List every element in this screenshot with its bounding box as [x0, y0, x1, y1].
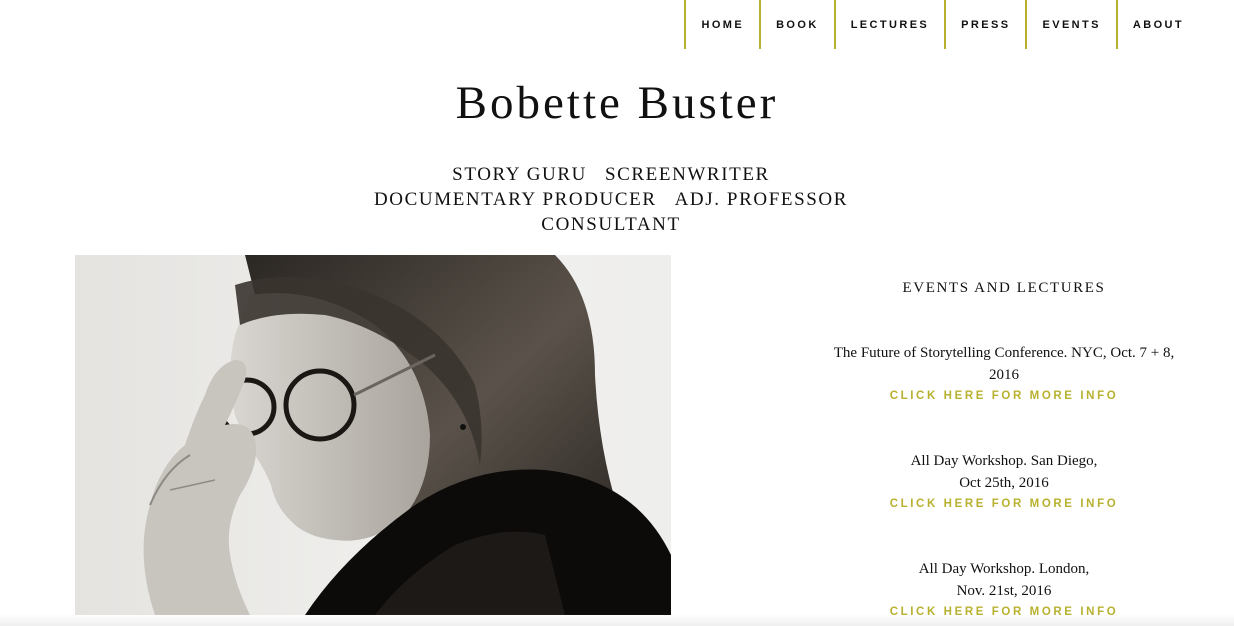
event-item: The Future of Storytelling Conference. N…: [800, 342, 1208, 404]
event-line-2: Nov. 21st, 2016: [956, 583, 1052, 599]
nav-home[interactable]: HOME: [686, 0, 762, 49]
event-line-1: All Day Workshop. San Diego,: [910, 453, 1098, 469]
nav-book[interactable]: BOOK: [761, 0, 836, 49]
tagline-line-2: DOCUMENTARY PRODUCER ADJ. PROFESSOR: [0, 187, 1222, 212]
event-item: All Day Workshop. London, Nov. 21st, 201…: [800, 558, 1208, 620]
event-title: All Day Workshop. San Diego, Oct 25th, 2…: [800, 450, 1208, 494]
event-more-info-link[interactable]: CLICK HERE FOR MORE INFO: [890, 498, 1119, 510]
nav-press[interactable]: PRESS: [946, 0, 1028, 49]
tagline-documentary-producer: DOCUMENTARY PRODUCER: [373, 189, 657, 210]
event-title: All Day Workshop. London, Nov. 21st, 201…: [800, 558, 1208, 602]
event-more-info-link[interactable]: CLICK HERE FOR MORE INFO: [890, 390, 1119, 402]
site-title[interactable]: Bobette Buster: [0, 76, 1234, 130]
nav-about[interactable]: ABOUT: [1118, 0, 1198, 49]
nav-lectures[interactable]: LECTURES: [836, 0, 947, 49]
portrait-photo: [75, 255, 671, 615]
tagline-line-1: STORY GURU SCREENWRITER: [0, 162, 1222, 187]
events-heading: EVENTS AND LECTURES: [902, 280, 1106, 296]
tagline-screenwriter: SCREENWRITER: [604, 164, 770, 185]
tagline-consultant: CONSULTANT: [541, 214, 681, 235]
events-section: EVENTS AND LECTURES The Future of Storyt…: [800, 280, 1208, 618]
main-nav: HOME BOOK LECTURES PRESS EVENTS ABOUT: [684, 0, 1198, 49]
tagline-adj-professor: ADJ. PROFESSOR: [674, 189, 848, 210]
portrait-illustration: [75, 255, 671, 615]
event-line-1: All Day Workshop. London,: [918, 561, 1090, 577]
event-line-1: The Future of Storytelling Conference. N…: [833, 345, 1175, 361]
event-item: All Day Workshop. San Diego, Oct 25th, 2…: [800, 450, 1208, 512]
scroll-fade: [0, 614, 1234, 626]
event-title: The Future of Storytelling Conference. N…: [800, 342, 1208, 386]
tagline-story-guru: STORY GURU: [452, 164, 587, 185]
nav-events[interactable]: EVENTS: [1027, 0, 1118, 49]
tagline: STORY GURU SCREENWRITER DOCUMENTARY PRODU…: [0, 162, 1222, 237]
event-line-2: Oct 25th, 2016: [959, 475, 1049, 491]
event-line-2: 2016: [989, 367, 1019, 383]
